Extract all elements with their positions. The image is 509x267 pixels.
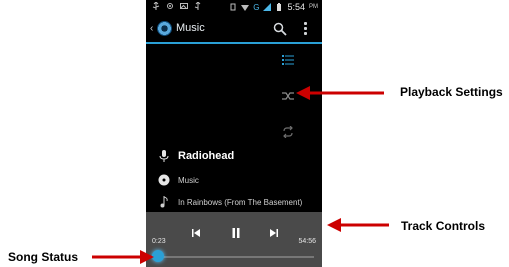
music-note-icon <box>160 196 168 208</box>
playback-settings-arrow <box>296 86 384 100</box>
playlist-icon[interactable] <box>282 54 294 66</box>
vibrate-icon <box>230 3 236 11</box>
elapsed-time: 0:23 <box>152 238 166 245</box>
phone-screen: G 5:54 PM ‹ Music Radiohead Music In Rai… <box>146 0 322 267</box>
repeat-icon[interactable] <box>282 126 294 138</box>
album-row: Music <box>158 172 199 188</box>
total-time: 54:56 <box>298 238 316 245</box>
usb-debug-icon <box>194 2 201 10</box>
pause-icon[interactable] <box>230 227 242 239</box>
status-bar: G 5:54 PM <box>146 0 322 14</box>
clock: 5:54 <box>287 2 305 12</box>
shuffle-icon[interactable] <box>282 90 294 102</box>
signal-icon <box>263 3 272 11</box>
settings-icon <box>167 3 173 9</box>
music-app-icon[interactable] <box>157 21 172 36</box>
microphone-icon <box>159 150 169 162</box>
track-name: In Rainbows (From The Basement) <box>178 197 303 207</box>
battery-icon <box>277 3 282 11</box>
track-controls-arrow <box>327 218 389 232</box>
song-status-callout: Song Status <box>8 250 79 264</box>
playback-settings-callout: Playback Settings <box>400 85 503 99</box>
track-controls-callout: Track Controls <box>401 219 486 233</box>
previous-icon[interactable] <box>190 227 202 239</box>
search-icon[interactable] <box>273 22 287 36</box>
next-icon[interactable] <box>268 227 280 239</box>
network-type: G <box>253 2 260 12</box>
song-status-arrow <box>92 250 154 264</box>
clock-ampm: PM <box>309 4 318 10</box>
track-row: In Rainbows (From The Basement) <box>158 194 302 210</box>
action-bar: ‹ Music <box>146 16 322 44</box>
wifi-icon <box>241 5 250 11</box>
seek-bar[interactable] <box>154 256 314 258</box>
disc-icon <box>158 174 170 186</box>
usb-icon <box>152 2 160 10</box>
back-icon[interactable]: ‹ <box>150 23 153 34</box>
track-controls: 0:23 54:56 <box>146 212 322 267</box>
album-name: Music <box>178 175 199 185</box>
artist-name: Radiohead <box>178 150 235 162</box>
image-icon <box>180 3 188 9</box>
page-title: Music <box>176 22 205 34</box>
overflow-menu-icon[interactable] <box>304 20 308 38</box>
artist-row: Radiohead <box>158 148 234 164</box>
